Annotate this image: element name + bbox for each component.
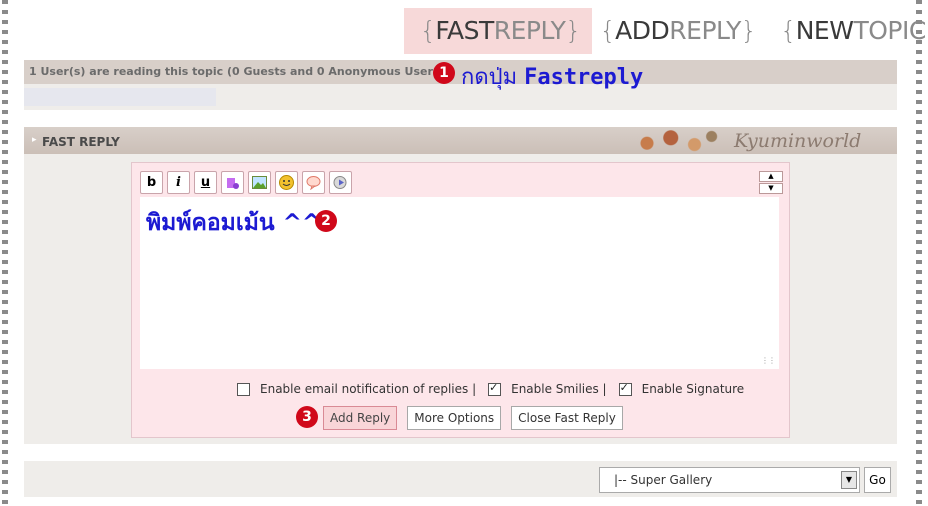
add-reply-button[interactable]: Add Reply xyxy=(323,406,398,430)
underline-icon: u xyxy=(200,175,211,190)
email-notification-checkbox[interactable] xyxy=(237,382,250,396)
topic-action-buttons: {FASTREPLY} {ADDREPLY} {NEWTOPIC} xyxy=(404,8,928,54)
italic-button[interactable]: i xyxy=(167,171,190,194)
link-button[interactable] xyxy=(221,171,244,194)
fast-reply-header[interactable]: ▸ FAST REPLY Kyuminworld xyxy=(24,127,897,154)
resize-grip-icon[interactable]: ⋮⋮ xyxy=(761,356,776,365)
enable-signature-checkbox[interactable] xyxy=(618,381,632,396)
brand-logo-text: Kyuminworld xyxy=(734,130,862,152)
addreply-button[interactable]: {ADDREPLY} xyxy=(592,8,765,54)
brace-close: } xyxy=(740,16,757,45)
fastreply-button[interactable]: {FASTREPLY} xyxy=(404,8,592,54)
link-icon xyxy=(226,177,239,189)
image-icon xyxy=(252,176,267,189)
bold-icon: b xyxy=(146,175,157,190)
quote-button[interactable] xyxy=(302,171,325,194)
italic-icon: i xyxy=(176,175,181,190)
bold-button[interactable]: b xyxy=(140,171,163,194)
newtopic-label-light: TOPIC xyxy=(853,16,926,45)
fastreply-label-dark: FAST xyxy=(435,16,494,45)
enable-signature-label: Enable Signature xyxy=(641,382,745,396)
addreply-label-light: REPLY xyxy=(669,16,741,45)
fastreply-label-light: REPLY xyxy=(493,16,566,45)
reply-options: Enable email notification of replies | E… xyxy=(237,381,756,396)
blurred-user-list xyxy=(24,88,216,106)
annotation-number-3: 3 xyxy=(296,406,318,428)
newtopic-label-dark: NEW xyxy=(795,16,854,45)
annotation-number-2: 2 xyxy=(315,210,337,232)
expand-editor-button[interactable]: ▲ xyxy=(759,171,783,182)
smiley-icon xyxy=(279,175,294,190)
media-button[interactable] xyxy=(329,171,352,194)
smiley-button[interactable] xyxy=(275,171,298,194)
annotation-step1-thai: กดปุ่ม xyxy=(461,65,518,90)
editor-toolbar: b i u xyxy=(140,171,352,194)
reply-buttons: Add Reply More Options Close Fast Reply xyxy=(323,406,623,430)
annotation-step1-en: Fastreply xyxy=(524,65,644,90)
enable-smilies-label: Enable Smilies | xyxy=(511,382,607,396)
expand-up-icon: ▲ xyxy=(768,172,774,180)
annotation-step1-note: กดปุ่ม Fastreply xyxy=(461,59,643,94)
left-border-decoration xyxy=(2,0,8,506)
reply-textarea[interactable]: พิมพ์คอมเม้น ^^ ⋮⋮ xyxy=(140,197,779,369)
more-options-button[interactable]: More Options xyxy=(407,406,502,430)
reply-text: พิมพ์คอมเม้น ^^ xyxy=(146,210,322,236)
addreply-label-dark: ADD xyxy=(615,16,670,45)
newtopic-button[interactable]: {NEWTOPIC} xyxy=(772,8,928,54)
shrink-editor-button[interactable]: ▼ xyxy=(759,183,783,194)
active-users-text: 1 User(s) are reading this topic (0 Gues… xyxy=(29,65,445,78)
enable-smilies-checkbox[interactable] xyxy=(488,381,502,396)
close-fast-reply-button[interactable]: Close Fast Reply xyxy=(511,406,623,430)
email-notification-label: Enable email notification of replies | xyxy=(260,382,477,396)
chevron-down-icon: ▼ xyxy=(841,471,857,489)
quote-icon xyxy=(306,176,321,190)
image-button[interactable] xyxy=(248,171,271,194)
expand-down-icon: ▼ xyxy=(768,184,774,192)
forum-jump-bar: |-- Super Gallery ▼ Go xyxy=(24,461,897,497)
collapse-arrow-icon: ▸ xyxy=(32,135,37,145)
media-icon xyxy=(333,176,347,189)
underline-button[interactable]: u xyxy=(194,171,217,194)
reply-editor: b i u ▲ ▼ พิมพ์คอมเม้น ^^ ⋮⋮ Enable emai… xyxy=(131,162,790,438)
brace-open: { xyxy=(599,16,616,45)
brace-close: } xyxy=(565,16,581,45)
forum-jump-value: |-- Super Gallery xyxy=(614,473,713,487)
brace-open: { xyxy=(420,16,436,45)
annotation-number-1: 1 xyxy=(433,62,455,84)
brace-open: { xyxy=(780,16,796,45)
fast-reply-title: FAST REPLY xyxy=(42,135,120,149)
go-button[interactable]: Go xyxy=(864,467,891,493)
right-border-decoration xyxy=(916,0,922,506)
forum-jump-select[interactable]: |-- Super Gallery ▼ xyxy=(599,467,860,493)
flower-decoration-icon xyxy=(628,127,723,154)
